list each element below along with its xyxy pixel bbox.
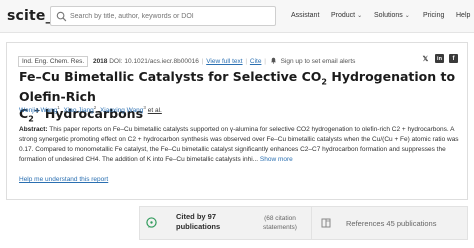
citation-statements-count: (68 citation statements) (263, 215, 297, 231)
author-link[interactable]: Xiaoxing Wang (100, 107, 143, 114)
nav-pricing-label: Pricing (423, 12, 445, 19)
nav-product-label: Product (331, 12, 356, 19)
chevron-down-icon: ⌄ (404, 13, 410, 19)
abstract: Abstract: This paper reports on Fe–Cu bi… (19, 125, 466, 165)
cite-link[interactable]: Cite (250, 58, 262, 65)
chevron-down-icon: ⌄ (357, 13, 363, 19)
author-link[interactable]: Wenjia Wang (19, 107, 57, 114)
authors-list: Wenjia Wang1, Xiao Jiang2, Xiaoxing Wang… (19, 105, 162, 114)
title-subscript: 2 (28, 114, 34, 124)
email-alerts-link[interactable]: Sign up to set email alerts (281, 58, 356, 65)
nav-solutions-label: Solutions (374, 12, 403, 19)
top-navbar: scite_ Assistant Product⌄ Solutions⌄ Pri… (0, 0, 474, 33)
scite-logo[interactable]: scite_ (7, 8, 53, 24)
abstract-label: Abstract: (19, 126, 48, 133)
abstract-text: This paper reports on Fe–Cu bimetallic c… (19, 126, 459, 163)
nav-help-label: Help (456, 12, 471, 19)
references-panel[interactable]: References 45 publications (312, 206, 468, 240)
author-affiliation-index: 3 (143, 105, 146, 110)
show-more-link[interactable]: Show more (260, 156, 293, 163)
nav-assistant-label: Assistant (291, 12, 320, 19)
references-count: References 45 publications (346, 219, 437, 228)
share-icons: 𝕏 in f (421, 54, 458, 63)
x-twitter-icon[interactable]: 𝕏 (421, 54, 430, 63)
cited-by-count: Cited by 97 publications (176, 212, 221, 231)
nav-solutions[interactable]: Solutions ⌄ (374, 12, 410, 19)
view-full-text-link[interactable]: View full text (206, 58, 242, 65)
article-card: Ind. Eng. Chem. Res. 2018 DOI: 10.1021/a… (6, 42, 468, 200)
linkedin-icon[interactable]: in (435, 54, 444, 63)
nav-help[interactable]: Help (456, 12, 470, 19)
doi-text[interactable]: DOI: 10.1021/acs.iecr.8b00016 (109, 58, 199, 65)
citation-stats: Cited by 97 publications (68 citation st… (139, 206, 468, 240)
publication-year: 2018 (92, 58, 108, 65)
cited-by-panel[interactable]: Cited by 97 publications (68 citation st… (139, 206, 312, 240)
et-al-link[interactable]: et al. (148, 107, 162, 114)
search-input[interactable] (70, 9, 270, 23)
search-box[interactable] (50, 6, 276, 26)
divider: | (201, 58, 204, 65)
references-icon (321, 218, 331, 228)
divider: | (264, 58, 266, 65)
help-understand-link[interactable]: Help me understand this report (19, 176, 108, 183)
bell-icon[interactable] (270, 57, 277, 64)
search-icon (56, 11, 67, 22)
nav-product[interactable]: Product ⌄ (331, 12, 362, 19)
author-link[interactable]: Xiao Jiang (63, 107, 93, 114)
nav-pricing[interactable]: Pricing (423, 12, 444, 19)
journal-badge: Ind. Eng. Chem. Res. (18, 56, 89, 67)
nav-assistant[interactable]: Assistant (291, 12, 319, 19)
title-part: Fe–Cu Bimetallic Catalysts for Selective… (19, 69, 322, 84)
article-title: Fe–Cu Bimetallic Catalysts for Selective… (19, 70, 469, 126)
quote-bubble-icon (146, 217, 157, 228)
divider: | (245, 58, 248, 65)
article-meta-row: Ind. Eng. Chem. Res. 2018 DOI: 10.1021/a… (18, 56, 355, 67)
facebook-icon[interactable]: f (449, 54, 458, 63)
